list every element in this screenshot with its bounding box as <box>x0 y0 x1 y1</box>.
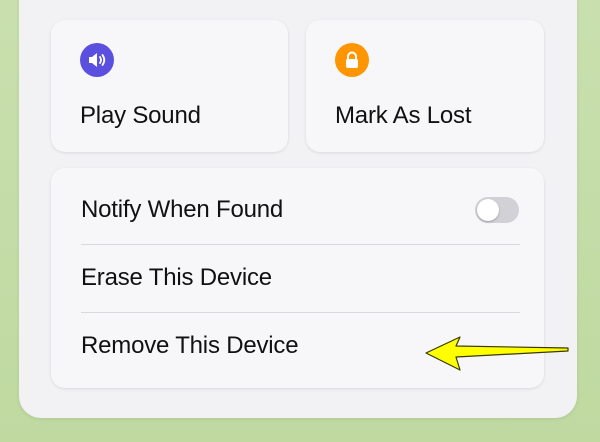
lock-icon <box>335 43 369 77</box>
play-sound-label: Play Sound <box>80 102 201 129</box>
notify-when-found-toggle[interactable] <box>475 197 519 223</box>
erase-this-device-row[interactable]: Erase This Device <box>51 244 544 312</box>
erase-this-device-label: Erase This Device <box>81 264 272 291</box>
play-sound-button[interactable]: Play Sound <box>51 20 288 152</box>
notify-when-found-row[interactable]: Notify When Found <box>51 176 544 244</box>
yellow-arrow-icon <box>425 336 569 371</box>
mark-as-lost-label: Mark As Lost <box>335 102 472 129</box>
notify-when-found-label: Notify When Found <box>81 196 284 223</box>
toggle-knob <box>477 199 499 221</box>
mark-as-lost-button[interactable]: Mark As Lost <box>306 20 544 152</box>
remove-this-device-label: Remove This Device <box>81 332 299 359</box>
speaker-icon <box>80 43 114 77</box>
